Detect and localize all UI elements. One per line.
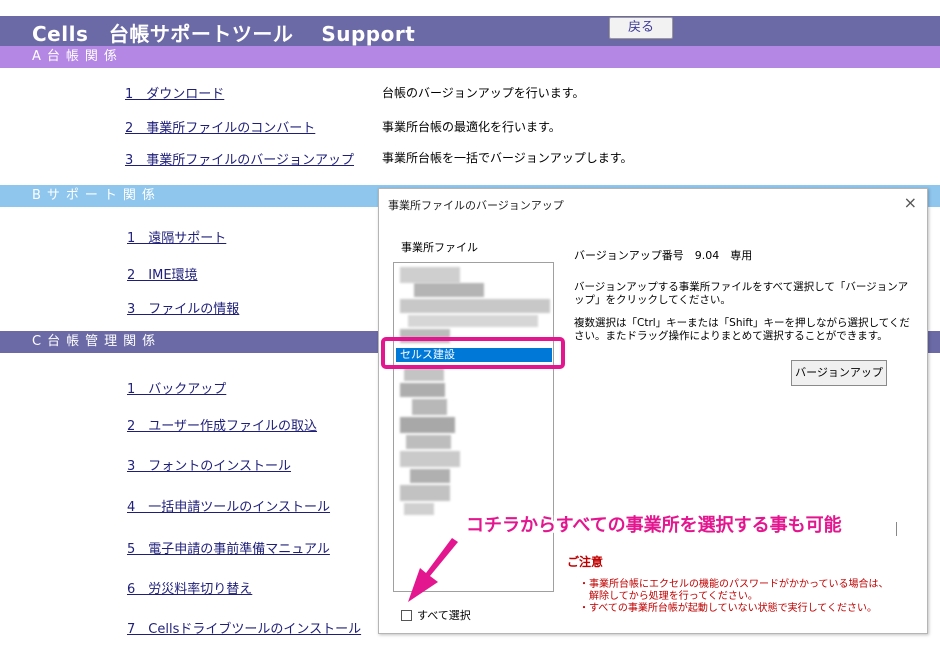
list-item[interactable] [400, 267, 460, 283]
menu-b-remote-support-link[interactable]: 1 遠隔サポート [127, 227, 226, 246]
list-item[interactable] [400, 451, 460, 467]
version-number-text: バージョンアップ番号 9.04 専用 [574, 249, 753, 262]
list-item[interactable] [410, 469, 450, 483]
menu-c-drive-tool-link[interactable]: 7 Cellsドライブツールのインストール [127, 618, 361, 637]
arrow-icon [408, 538, 458, 602]
menu-c-rate-switch-link[interactable]: 6 労災料率切り替え [127, 578, 252, 597]
menu-c-import-link[interactable]: 2 ユーザー作成ファイルの取込 [127, 415, 317, 434]
menu-a-download-link[interactable]: 1 ダウンロード [125, 83, 224, 102]
caution-line-3: ・すべての事業所台帳が起動していない状態で実行してください。 [579, 603, 877, 614]
back-button[interactable]: 戻る [609, 17, 673, 39]
list-item[interactable] [406, 435, 451, 449]
menu-a-convert-desc: 事業所台帳の最適化を行います。 [382, 120, 561, 134]
list-item[interactable] [400, 485, 450, 501]
menu-b-ime-link[interactable]: 2 IME環境 [127, 264, 198, 283]
menu-a-versionup-link[interactable]: 3 事業所ファイルのバージョンアップ [125, 149, 354, 168]
menu-c-batch-tool-link[interactable]: 4 一括申請ツールのインストール [127, 496, 330, 515]
dialog-title: 事業所ファイルのバージョンアップ [388, 199, 564, 212]
list-item[interactable] [404, 367, 444, 381]
caution-title: ご注意 [567, 555, 604, 569]
instruction-text-1: バージョンアップする事業所ファイルをすべて選択して「バージョンアップ」をクリック… [574, 281, 909, 306]
select-all-label: すべて選択 [417, 609, 471, 622]
select-all-control[interactable]: すべて選択 [401, 607, 471, 623]
app-title: Cells 台帳サポートツール Support [32, 22, 416, 46]
list-item[interactable] [404, 503, 434, 515]
menu-c-backup-link[interactable]: 1 バックアップ [127, 378, 226, 397]
close-icon[interactable]: × [904, 193, 917, 212]
title-bar: Cells 台帳サポートツール Support 戻る [0, 16, 940, 46]
menu-a-versionup-desc: 事業所台帳を一括でバージョンアップします。 [382, 151, 633, 165]
list-item[interactable] [414, 283, 484, 297]
select-all-checkbox[interactable] [401, 609, 412, 621]
list-item[interactable] [400, 383, 445, 397]
list-item[interactable] [408, 315, 538, 327]
highlight-frame [381, 337, 565, 369]
menu-a-download-desc: 台帳のバージョンアップを行います。 [382, 86, 585, 100]
list-item[interactable] [400, 299, 550, 313]
annotation-text: コチラからすべての事業所を選択する事も可能 [466, 515, 842, 536]
file-list-label: 事業所ファイル [401, 241, 478, 254]
menu-a-convert-link[interactable]: 2 事業所ファイルのコンバート [125, 117, 315, 136]
list-item[interactable] [412, 399, 447, 415]
list-item[interactable] [400, 417, 455, 433]
menu-b-file-info-link[interactable]: 3 ファイルの情報 [127, 298, 239, 317]
section-a-header: A台帳関係 [0, 46, 940, 68]
version-up-button[interactable]: バージョンアップ [791, 360, 887, 386]
menu-c-e-application-manual-link[interactable]: 5 電子申請の事前準備マニュアル [127, 538, 330, 557]
instruction-text-2: 複数選択は「Ctrl」キーまたは「Shift」キーを押しながら選択してください。… [574, 317, 910, 342]
menu-c-font-install-link[interactable]: 3 フォントのインストール [127, 455, 291, 474]
